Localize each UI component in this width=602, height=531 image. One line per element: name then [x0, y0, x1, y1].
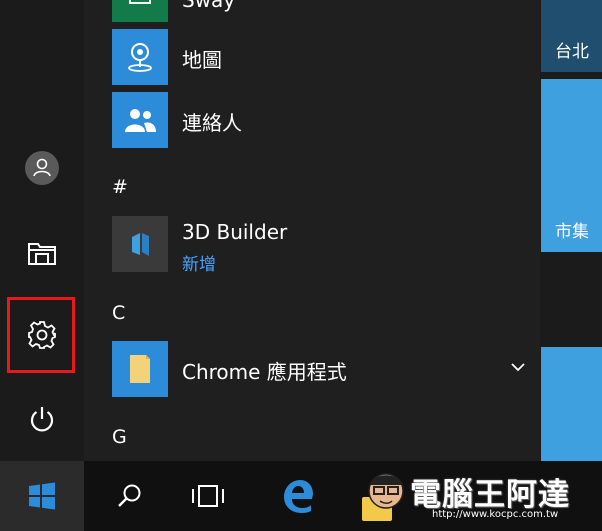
watermark: 電腦王阿達 http://www.kocpc.com.tw — [358, 467, 598, 527]
app-list: Sway 地圖 連絡人 # 3D Builder 新增 C Chrome 應用程… — [84, 0, 540, 461]
windows-logo-icon — [29, 482, 55, 510]
app-name-3d-builder: 3D Builder — [182, 220, 288, 244]
task-view-icon — [192, 485, 224, 507]
power-button[interactable] — [0, 387, 84, 451]
3d-builder-icon — [112, 216, 168, 272]
mascot-logo — [362, 473, 404, 521]
folder-icon — [112, 341, 168, 397]
app-3d-builder[interactable]: 3D Builder 新增 — [112, 216, 532, 275]
store-tile-label: 市集 — [555, 222, 589, 242]
app-sway[interactable]: Sway — [112, 0, 532, 22]
app-name-maps: 地圖 — [182, 48, 222, 72]
weather-tile-label: 台北 — [555, 42, 589, 62]
search-icon — [118, 484, 141, 507]
search-button[interactable] — [88, 461, 172, 531]
edge-button[interactable] — [256, 461, 340, 531]
start-menu: Sway 地圖 連絡人 # 3D Builder 新增 C Chrome 應用程… — [0, 0, 602, 461]
section-header-g[interactable]: G — [112, 426, 127, 448]
weather-tile[interactable]: 台北 — [541, 0, 602, 72]
edge-icon — [284, 480, 313, 513]
user-button[interactable] — [0, 136, 84, 200]
start-button[interactable] — [0, 461, 84, 531]
app-maps[interactable]: 地圖 — [112, 29, 532, 85]
watermark-url: http://www.kocpc.com.tw — [432, 509, 559, 520]
user-avatar-icon — [25, 151, 59, 185]
section-header-c[interactable]: C — [112, 302, 125, 324]
app-name-contacts: 連絡人 — [182, 111, 242, 135]
store-tile[interactable]: 市集 — [541, 79, 602, 252]
sway-icon — [112, 0, 168, 22]
maps-icon — [112, 29, 168, 85]
expand-chevron[interactable] — [510, 357, 526, 376]
file-explorer-button[interactable] — [0, 220, 84, 284]
task-view-button[interactable] — [166, 461, 250, 531]
new-badge: 新增 — [182, 255, 216, 275]
contacts-icon — [112, 92, 168, 148]
app-contacts[interactable]: 連絡人 — [112, 92, 532, 148]
watermark-title: 電腦王阿達 — [410, 477, 570, 513]
settings-highlight-box — [7, 297, 75, 373]
file-explorer-icon — [28, 243, 56, 265]
chevron-down-icon — [511, 363, 525, 372]
live-tile[interactable] — [541, 347, 602, 461]
start-rail — [0, 0, 84, 461]
section-header-hash[interactable]: # — [112, 176, 128, 198]
app-chrome-apps[interactable]: Chrome 應用程式 — [112, 341, 532, 397]
tile-column: 台北 市集 — [541, 0, 602, 461]
app-name-chrome-apps: Chrome 應用程式 — [182, 360, 347, 384]
app-name-sway: Sway — [182, 0, 236, 12]
power-icon — [30, 407, 54, 432]
